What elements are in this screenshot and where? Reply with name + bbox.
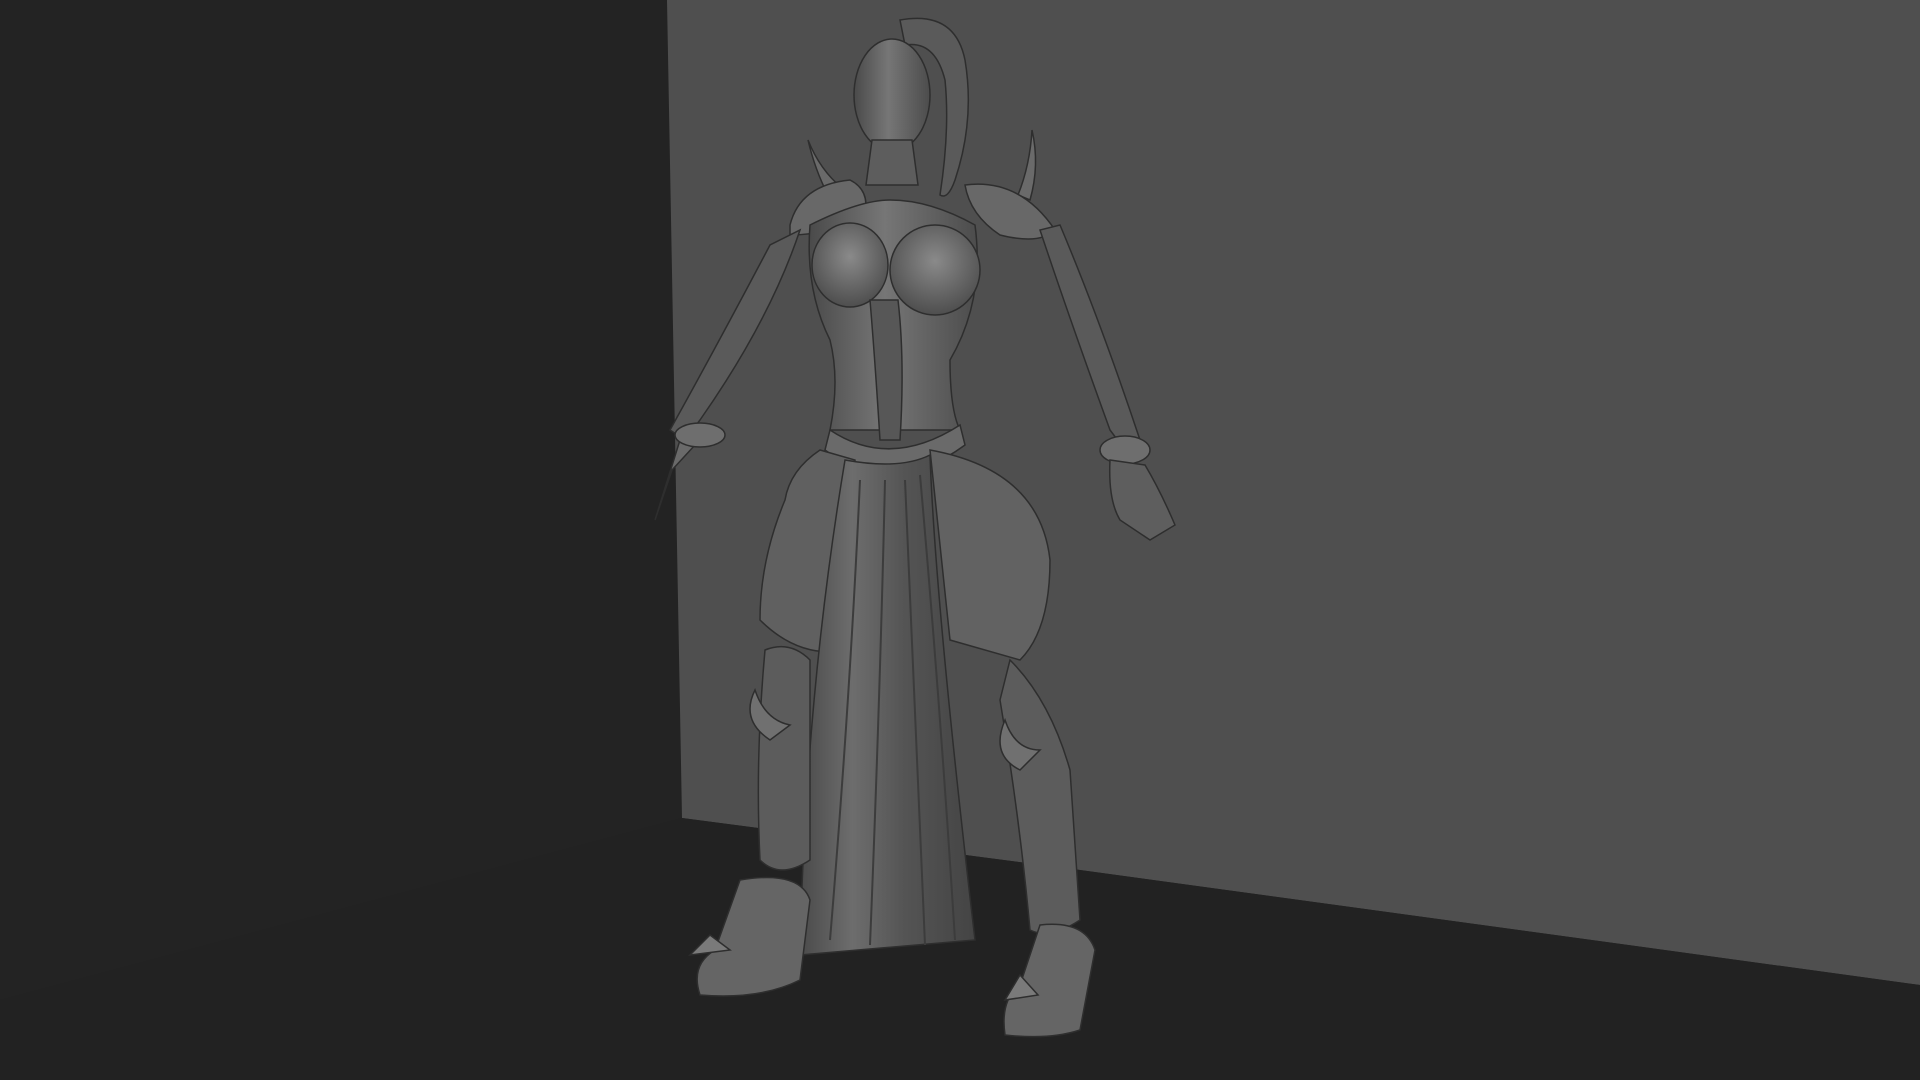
right-bracelet (1099, 435, 1151, 465)
chest-right (889, 224, 981, 316)
scene-render[interactable] (0, 0, 1920, 1080)
left-greave (757, 645, 811, 871)
left-bracelet (674, 422, 726, 448)
head (853, 38, 931, 152)
3d-viewport[interactable] (0, 0, 1920, 1080)
neck (865, 139, 919, 186)
chest-left (811, 222, 889, 308)
